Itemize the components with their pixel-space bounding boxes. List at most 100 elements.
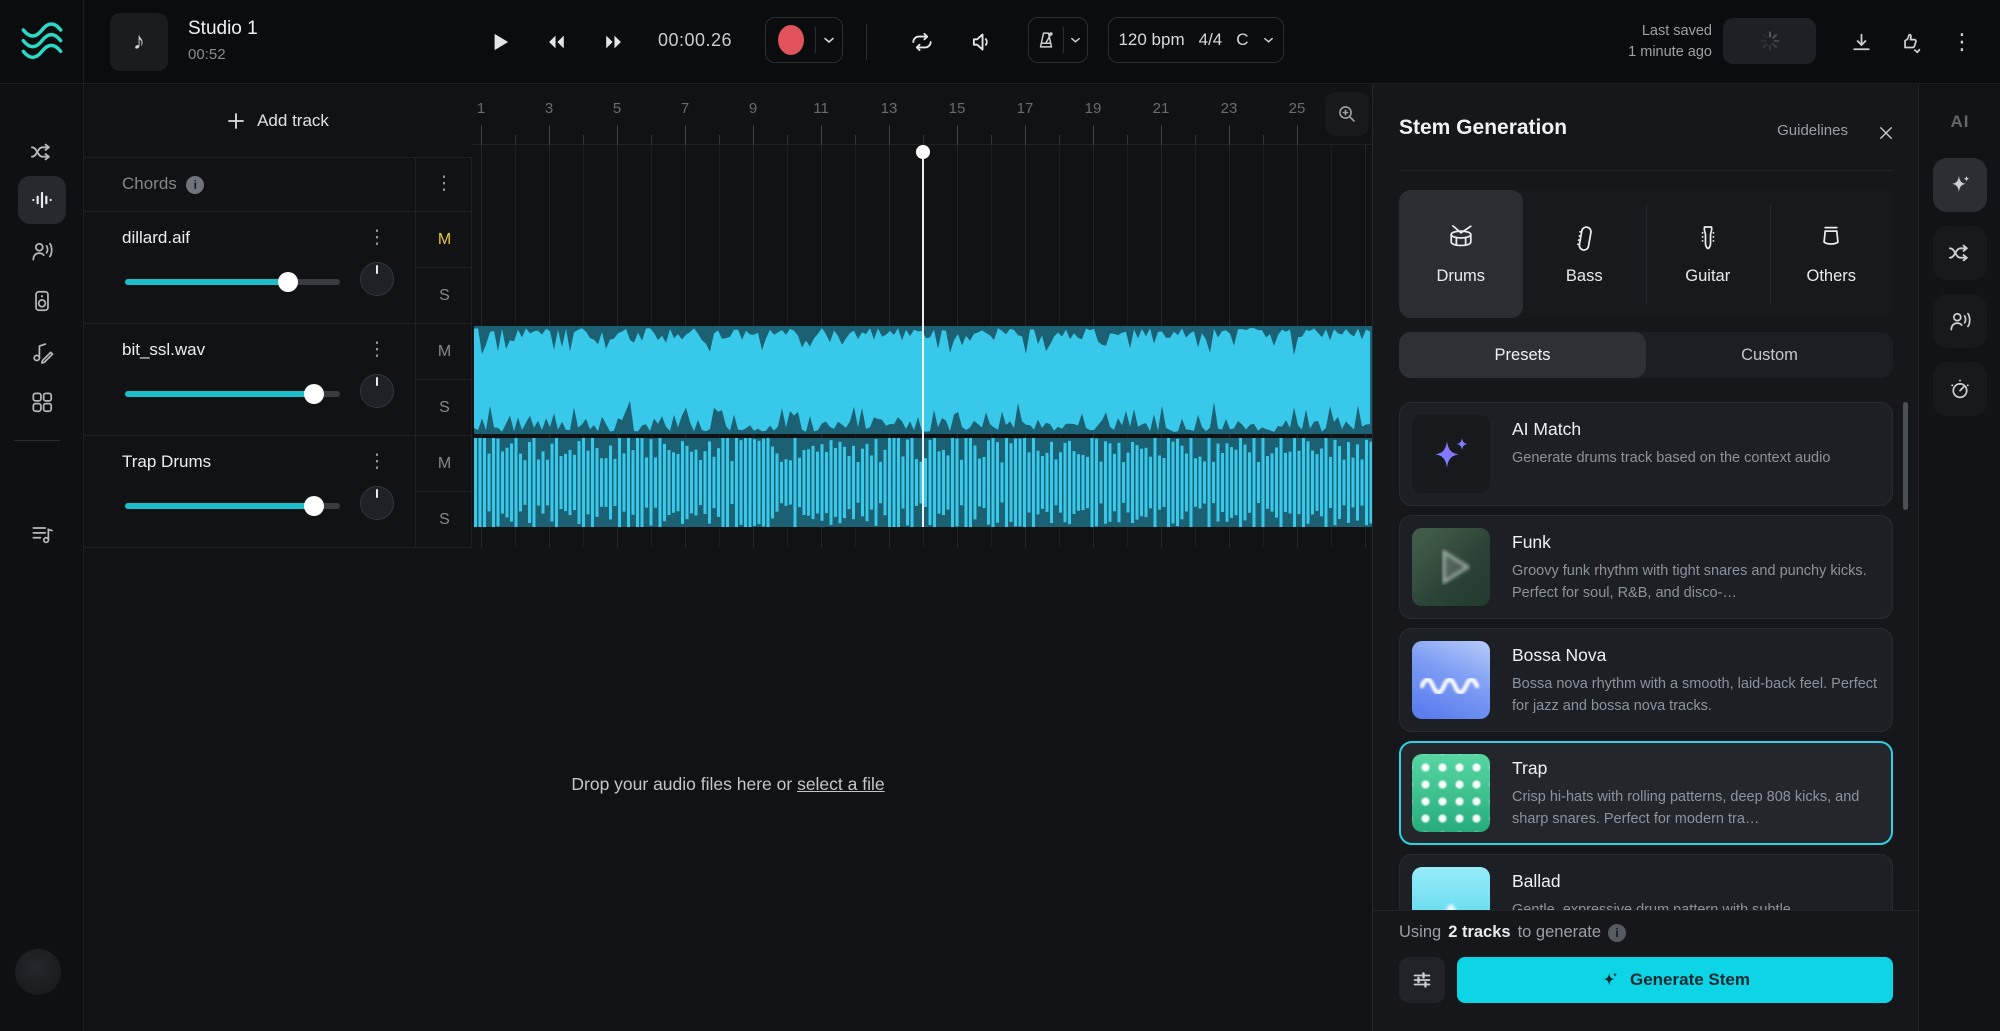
funk-thumbnail <box>1412 528 1490 606</box>
volume-slider[interactable] <box>125 279 340 285</box>
sidebar-item-speaker[interactable] <box>18 277 66 325</box>
track-name: Trap Drums <box>122 452 211 472</box>
rail-item-tuning[interactable] <box>1933 362 1987 416</box>
preset-card-bossa-nova[interactable]: Bossa Nova Bossa nova rhythm with a smoo… <box>1399 628 1893 732</box>
mute-button[interactable]: M <box>416 436 473 492</box>
feedback-button[interactable] <box>1889 22 1933 62</box>
track-menu-button[interactable]: ⋮ <box>365 452 389 473</box>
play-button[interactable] <box>478 22 522 62</box>
using-tracks-note: Using 2 tracks to generate i <box>1399 923 1626 942</box>
generate-stem-button[interactable]: Generate Stem <box>1457 957 1893 1003</box>
close-panel-button[interactable] <box>1873 120 1899 146</box>
avatar[interactable] <box>15 949 61 995</box>
bpm-value: 120 bpm <box>1118 30 1184 50</box>
rail-item-routing[interactable] <box>1933 226 1987 280</box>
fast-forward-button[interactable] <box>592 22 636 62</box>
more-menu-button[interactable]: ⋮ <box>1940 22 1984 62</box>
tab-presets[interactable]: Presets <box>1399 332 1646 378</box>
track-row[interactable]: Trap Drums ⋮ <box>84 436 415 548</box>
trap-thumbnail <box>1412 754 1490 832</box>
playhead[interactable] <box>922 152 924 527</box>
bass-icon <box>1569 223 1599 253</box>
download-button[interactable] <box>1839 22 1883 62</box>
download-icon <box>1849 30 1874 55</box>
generation-settings-button[interactable] <box>1399 957 1445 1003</box>
sidebar-item-voice[interactable] <box>18 227 66 275</box>
volume-handle[interactable] <box>304 496 324 516</box>
volume-slider[interactable] <box>125 503 340 509</box>
pan-knob[interactable] <box>360 374 394 408</box>
arrangement-area: Add track Chords i ⋮ dillard.aif ⋮ bit_s… <box>84 84 1372 1031</box>
rail-item-voice[interactable] <box>1933 294 1987 348</box>
mute-button[interactable]: M <box>416 324 473 380</box>
pan-knob[interactable] <box>360 486 394 520</box>
voice-icon <box>1947 308 1973 334</box>
sync-loading-button[interactable] <box>1723 18 1816 64</box>
record-options-chevron[interactable] <box>816 36 842 44</box>
sidebar-item-playlist[interactable] <box>18 510 66 558</box>
bossa-thumbnail <box>1412 641 1490 719</box>
divider <box>1399 170 1893 171</box>
timeline-body[interactable] <box>472 84 1372 548</box>
rewind-button[interactable] <box>534 22 578 62</box>
chevron-down-icon <box>1070 36 1081 44</box>
solo-button[interactable]: S <box>416 492 473 548</box>
divider <box>866 24 867 60</box>
percussion-icon <box>1816 223 1846 253</box>
metronome-icon <box>1035 29 1057 51</box>
master-volume-button[interactable] <box>960 22 1004 62</box>
project-icon-tile[interactable]: ♪ <box>110 13 168 71</box>
preset-card-ballad[interactable]: Ballad Gentle, expressive drum pattern w… <box>1399 854 1893 910</box>
preset-card-funk[interactable]: Funk Groovy funk rhythm with tight snare… <box>1399 515 1893 619</box>
add-track-button[interactable]: Add track <box>227 111 329 131</box>
guidelines-link[interactable]: Guidelines <box>1777 122 1848 139</box>
volume-handle[interactable] <box>304 384 324 404</box>
list-scrollbar[interactable] <box>1903 402 1908 510</box>
playhead-handle[interactable] <box>916 145 930 159</box>
volume-slider[interactable] <box>125 391 340 397</box>
generate-stem-label: Generate Stem <box>1630 970 1750 990</box>
preset-card-trap[interactable]: Trap Crisp hi-hats with rolling patterns… <box>1399 741 1893 845</box>
project-title[interactable]: Studio 1 <box>188 18 258 40</box>
solo-button[interactable]: S <box>416 380 473 436</box>
loop-button[interactable] <box>900 22 944 62</box>
sidebar-item-stems[interactable] <box>18 176 66 224</box>
mute-button[interactable]: M <box>416 212 473 268</box>
metronome-button[interactable] <box>1029 29 1063 51</box>
app-logo[interactable] <box>0 0 84 84</box>
chevron-down-icon <box>1263 36 1274 44</box>
track-row[interactable]: bit_ssl.wav ⋮ <box>84 324 415 436</box>
sidebar-item-compose[interactable] <box>18 328 66 376</box>
track-menu-button[interactable]: ⋮ <box>365 340 389 361</box>
kebab-icon: ⋮ <box>1951 31 1973 53</box>
record-button[interactable] <box>766 25 815 55</box>
grid-icon <box>29 389 55 415</box>
tempo-settings-button[interactable]: 120 bpm 4/4 C <box>1108 17 1284 63</box>
speaker-icon <box>29 288 55 314</box>
tab-drums[interactable]: Drums <box>1399 190 1523 318</box>
spinner-icon <box>1758 29 1782 53</box>
preset-title: Trap <box>1512 758 1880 779</box>
plus-icon <box>227 112 245 130</box>
track-row[interactable]: dillard.aif ⋮ <box>84 212 415 324</box>
tab-custom[interactable]: Custom <box>1646 332 1893 378</box>
rewind-icon <box>543 31 569 53</box>
rail-item-stem-generation[interactable] <box>1933 158 1987 212</box>
drums-icon <box>1446 223 1476 253</box>
top-bar: ♪ Studio 1 00:52 00:00.26 <box>0 0 2000 84</box>
sidebar-item-apps[interactable] <box>18 378 66 426</box>
metronome-options-chevron[interactable] <box>1064 36 1087 44</box>
tab-guitar[interactable]: Guitar <box>1646 190 1770 318</box>
tab-bass[interactable]: Bass <box>1523 190 1647 318</box>
track-menu-button[interactable]: ⋮ <box>365 228 389 249</box>
solo-button[interactable]: S <box>416 268 473 324</box>
routing-icon <box>1947 240 1973 266</box>
pan-knob[interactable] <box>360 262 394 296</box>
select-file-link[interactable]: select a file <box>797 774 885 794</box>
volume-icon <box>969 29 995 55</box>
sidebar-item-routing[interactable] <box>18 128 66 176</box>
volume-handle[interactable] <box>278 272 298 292</box>
chords-group-row[interactable]: Chords i ⋮ <box>84 158 472 212</box>
tab-others[interactable]: Others <box>1770 190 1894 318</box>
preset-card-ai-match[interactable]: AI Match Generate drums track based on t… <box>1399 402 1893 506</box>
